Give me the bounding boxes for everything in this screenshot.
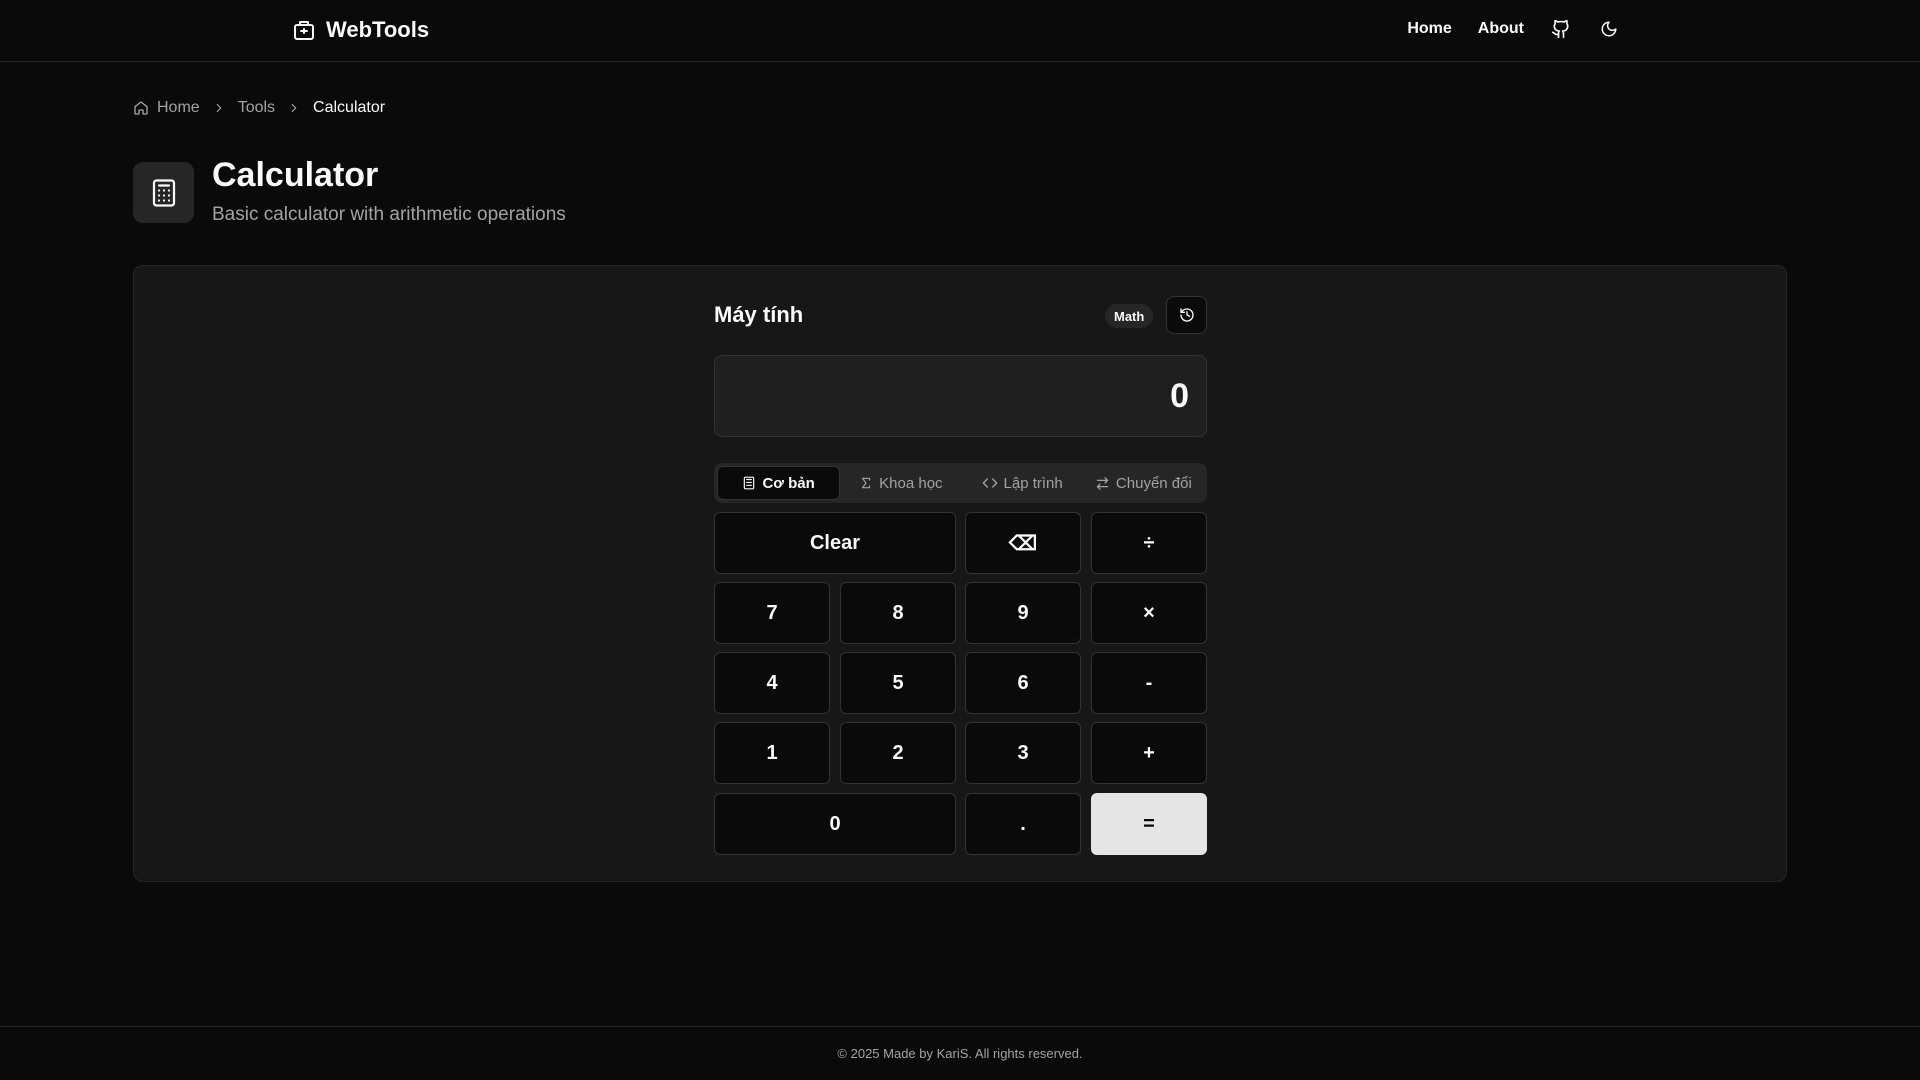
- swap-icon: [1096, 476, 1109, 490]
- digit-9-button[interactable]: 9: [965, 582, 1081, 644]
- nav-about-link[interactable]: About: [1478, 20, 1524, 38]
- home-icon: [134, 101, 148, 115]
- tab-scientific[interactable]: Khoa học: [840, 466, 961, 500]
- divide-button[interactable]: ÷: [1091, 512, 1207, 574]
- clear-button[interactable]: Clear: [714, 512, 956, 574]
- tab-converter-label: Chuyển đổi: [1115, 474, 1192, 492]
- backspace-button[interactable]: ⌫: [965, 512, 1081, 574]
- tab-programmer-label: Lập trình: [1003, 474, 1063, 492]
- chevron-right-icon: [287, 101, 301, 115]
- digit-5-button[interactable]: 5: [840, 652, 956, 714]
- tab-scientific-label: Khoa học: [879, 474, 943, 492]
- history-icon: [1179, 308, 1194, 322]
- multiply-button[interactable]: ×: [1091, 582, 1207, 644]
- tab-basic-label: Cơ bản: [762, 474, 815, 492]
- brand-name: WebTools: [326, 17, 430, 42]
- code-icon: [982, 478, 997, 488]
- history-button[interactable]: [1166, 296, 1207, 334]
- calculator-title: Máy tính: [714, 302, 804, 327]
- calculator-icon: [152, 178, 175, 207]
- digit-2-button[interactable]: 2: [840, 722, 956, 784]
- digit-8-button[interactable]: 8: [840, 582, 956, 644]
- breadcrumb-home-label: Home: [157, 99, 200, 116]
- breadcrumb-tools[interactable]: Tools: [238, 99, 275, 117]
- mode-tabs: Cơ bản Khoa học Lập trình Chuyển đổi: [714, 463, 1207, 503]
- calculator-display: 0: [714, 355, 1207, 437]
- decimal-button[interactable]: .: [965, 793, 1081, 855]
- page-subtitle: Basic calculator with arithmetic operati…: [212, 204, 566, 225]
- digit-4-button[interactable]: 4: [714, 652, 830, 714]
- category-badge: Math: [1105, 304, 1154, 328]
- breadcrumb-current: Calculator: [313, 99, 386, 116]
- digit-0-button[interactable]: 0: [714, 793, 956, 855]
- toolbox-icon: [292, 18, 316, 42]
- digit-7-button[interactable]: 7: [714, 582, 830, 644]
- calculator-card: Máy tính Math 0 Cơ bản Khoa học Lập trìn…: [133, 265, 1787, 882]
- footer: © 2025 Made by KariS. All rights reserve…: [0, 1026, 1920, 1080]
- minus-button[interactable]: -: [1091, 652, 1207, 714]
- tab-programmer[interactable]: Lập trình: [962, 466, 1083, 500]
- tab-converter[interactable]: Chuyển đổi: [1083, 466, 1204, 500]
- digit-1-button[interactable]: 1: [714, 722, 830, 784]
- chevron-right-icon: [212, 101, 226, 115]
- calculator-icon: [744, 476, 755, 490]
- footer-copyright: © 2025 Made by KariS. All rights reserve…: [837, 1046, 1083, 1061]
- digit-6-button[interactable]: 6: [965, 652, 1081, 714]
- page-title: Calculator: [212, 156, 379, 194]
- equals-button[interactable]: =: [1091, 793, 1207, 855]
- breadcrumb-home[interactable]: Home: [133, 99, 200, 117]
- sigma-icon: [862, 477, 871, 489]
- top-navbar: WebTools Home About: [0, 0, 1920, 62]
- tool-icon-box: [133, 162, 194, 223]
- digit-3-button[interactable]: 3: [965, 722, 1081, 784]
- github-icon[interactable]: [1550, 18, 1572, 40]
- breadcrumb: Home Tools Calculator: [133, 99, 385, 117]
- main-nav: Home About: [1407, 18, 1620, 40]
- plus-button[interactable]: +: [1091, 722, 1207, 784]
- brand-logo-link[interactable]: WebTools: [292, 17, 429, 43]
- moon-icon[interactable]: [1598, 18, 1620, 40]
- calculator-header: Máy tính Math: [714, 296, 1207, 334]
- tab-basic[interactable]: Cơ bản: [717, 466, 841, 500]
- nav-home-link[interactable]: Home: [1407, 20, 1451, 38]
